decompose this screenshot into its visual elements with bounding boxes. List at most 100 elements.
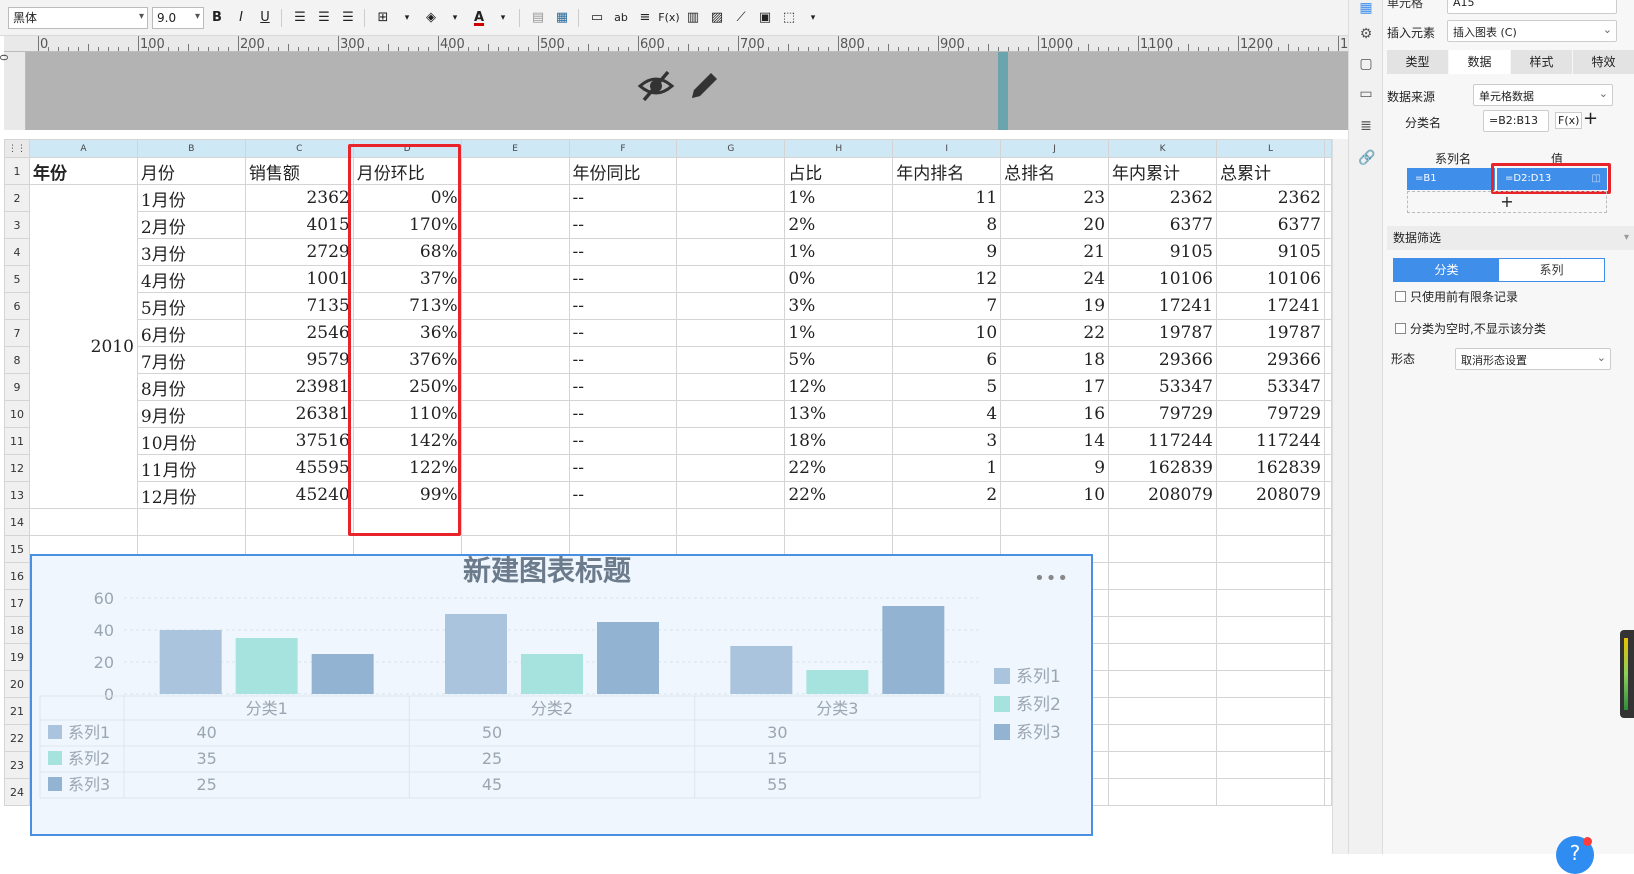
total-rank-cell[interactable]: 17 [1000,373,1110,401]
cell[interactable] [460,238,570,266]
share-cell[interactable]: 22% [784,481,894,509]
cell[interactable] [1324,481,1332,509]
cell[interactable] [1324,751,1332,779]
share-cell[interactable]: 2% [784,211,894,239]
cell[interactable] [1324,616,1332,644]
cell[interactable] [1215,508,1326,536]
cell[interactable] [460,346,570,374]
year-cumulative-cell[interactable]: 6377 [1108,211,1217,239]
cell[interactable] [1215,724,1326,752]
link-icon[interactable]: 🔗 [1358,150,1375,166]
column-header-j[interactable]: J [1000,139,1110,158]
tab-style[interactable]: 样式 [1511,50,1573,74]
font-color-icon[interactable]: A [468,7,490,29]
header-cell[interactable] [676,157,786,185]
slash-icon[interactable]: ⟋ [730,7,752,29]
total-cumulative-cell[interactable]: 19787 [1215,319,1326,347]
month-cell[interactable]: 12月份 [136,481,246,509]
year-cumulative-cell[interactable]: 162839 [1108,454,1217,482]
row-header[interactable]: 10 [4,400,30,428]
column-header-k[interactable]: K [1108,139,1217,158]
cell[interactable] [676,238,786,266]
column-header-b[interactable]: B [136,139,246,158]
font-size-select[interactable]: 9.0 ▾ [152,6,204,29]
share-cell[interactable]: 1% [784,184,894,212]
cell[interactable] [676,400,786,428]
cell[interactable] [1324,292,1332,320]
cell[interactable] [1215,589,1326,617]
cell[interactable] [460,292,570,320]
cell[interactable] [1108,724,1217,752]
share-cell[interactable]: 1% [784,238,894,266]
header-cell[interactable]: 占比 [784,157,894,185]
yoy-cell[interactable]: -- [568,481,678,509]
sales-cell[interactable]: 7135 [244,292,354,320]
row-header[interactable]: 19 [4,643,30,671]
paragraph-icon[interactable]: ≡ [634,7,656,29]
cell[interactable] [676,184,786,212]
sales-cell[interactable]: 2729 [244,238,354,266]
header-cell[interactable] [460,157,570,185]
cell[interactable] [1215,778,1326,806]
cell[interactable] [1215,562,1326,590]
total-rank-cell[interactable]: 14 [1000,427,1110,455]
share-cell[interactable]: 18% [784,427,894,455]
boundary-marker[interactable] [998,52,1008,130]
font-family-select[interactable]: 黑体 ▾ [8,6,148,29]
align-right-icon[interactable]: ☰ [337,7,359,29]
cell[interactable] [460,265,570,293]
row-header[interactable]: 17 [4,589,30,617]
cell[interactable] [676,373,786,401]
yoy-cell[interactable]: -- [568,400,678,428]
cell[interactable] [460,454,570,482]
year-rank-cell[interactable]: 11 [892,184,1002,212]
total-rank-cell[interactable]: 18 [1000,346,1110,374]
share-cell[interactable]: 0% [784,265,894,293]
cell[interactable] [1108,778,1217,806]
share-cell[interactable]: 5% [784,346,894,374]
cell[interactable] [1108,562,1217,590]
header-cell[interactable]: 年内累计 [1108,157,1217,185]
total-rank-cell[interactable]: 21 [1000,238,1110,266]
year-cumulative-cell[interactable]: 9105 [1108,238,1217,266]
cell[interactable] [460,427,570,455]
year-cell[interactable]: 2010 [29,184,138,509]
cell[interactable] [1324,211,1332,239]
total-rank-cell[interactable]: 23 [1000,184,1110,212]
cell[interactable] [1108,508,1217,536]
cell[interactable] [1324,400,1332,428]
row-header[interactable]: 23 [4,751,30,779]
year-cumulative-cell[interactable]: 10106 [1108,265,1217,293]
yoy-cell[interactable]: -- [568,265,678,293]
total-cumulative-cell[interactable]: 53347 [1215,373,1326,401]
year-rank-cell[interactable]: 7 [892,292,1002,320]
cell[interactable] [1324,562,1332,590]
floating-widget-tab[interactable] [1620,630,1634,718]
limit-records-option[interactable]: 只使用前有限条记录 [1395,288,1518,305]
month-cell[interactable]: 11月份 [136,454,246,482]
yoy-cell[interactable]: -- [568,184,678,212]
cell[interactable] [460,481,570,509]
month-cell[interactable]: 10月份 [136,427,246,455]
category-range-input[interactable]: =B2:B13 [1483,110,1549,132]
tab-effect[interactable]: 特效 [1573,50,1634,74]
row-header[interactable]: 24 [4,778,30,806]
sales-cell[interactable]: 2362 [244,184,354,212]
row-header[interactable]: 14 [4,508,30,536]
category-fx-button[interactable]: F(x) [1555,112,1583,129]
header-cell[interactable]: 年份 [29,157,138,185]
cell[interactable] [136,508,246,536]
cell[interactable] [1324,319,1332,347]
cell[interactable] [676,265,786,293]
chevron-down-icon[interactable]: ▾ [492,7,514,29]
cell[interactable] [1324,643,1332,671]
cell[interactable] [676,508,786,536]
header-cell[interactable]: 总排名 [1000,157,1110,185]
year-rank-cell[interactable]: 1 [892,454,1002,482]
yoy-cell[interactable]: -- [568,454,678,482]
share-cell[interactable]: 1% [784,319,894,347]
cell-attr-icon[interactable]: ▦ [1358,0,1374,16]
header-cell[interactable]: 年内排名 [892,157,1002,185]
cell[interactable] [1215,751,1326,779]
cell[interactable] [1324,373,1332,401]
